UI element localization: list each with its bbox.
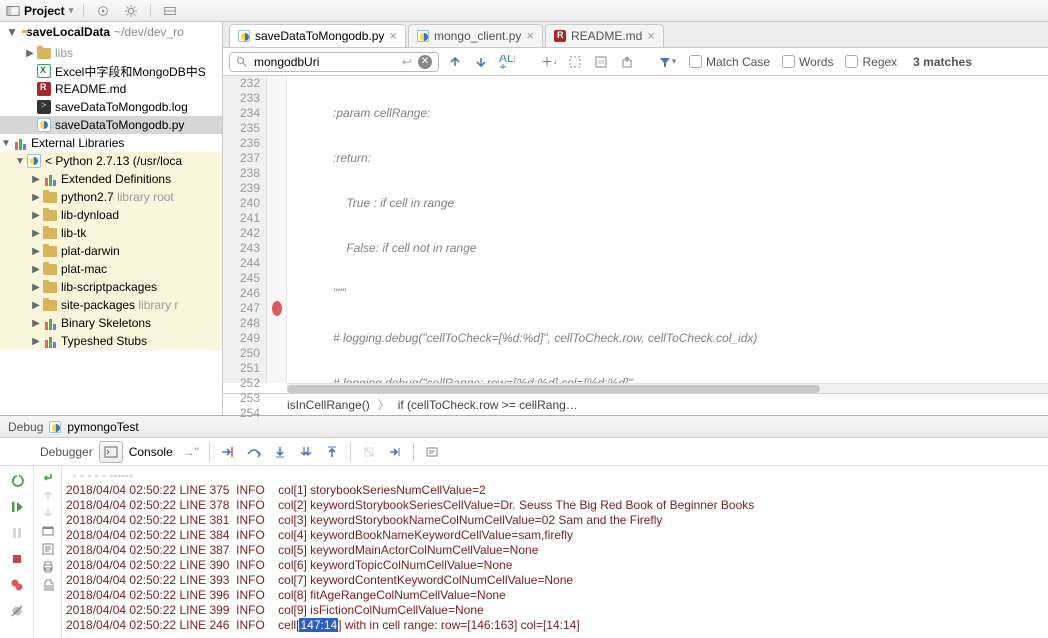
breakpoint-icon[interactable] [272, 301, 282, 316]
select-all-matches-icon[interactable]: ALL [497, 52, 517, 72]
settings-gear-icon[interactable] [122, 2, 140, 20]
attach-console-icon[interactable] [41, 524, 55, 538]
filter-icon[interactable]: ▾ [657, 52, 677, 72]
tree-item[interactable]: ▶plat-mac [0, 260, 222, 278]
project-tree-panel: ▼ saveLocalData ~/dev/dev_ro ▶libs Excel… [0, 22, 223, 415]
svg-text:ALL: ALL [499, 55, 515, 65]
rerun-icon[interactable] [6, 470, 28, 492]
run-to-cursor-icon[interactable] [383, 441, 407, 463]
horizontal-scrollbar[interactable] [287, 383, 1048, 393]
search-input[interactable]: ↩ ✕ [229, 52, 439, 72]
return-icon[interactable] [41, 470, 55, 484]
close-icon[interactable]: × [647, 28, 655, 43]
tree-item[interactable]: ▶lib-tk [0, 224, 222, 242]
drop-frame-icon[interactable] [357, 441, 381, 463]
search-icon [236, 56, 248, 68]
editor-area: saveDataToMongodb.py× mongo_client.py× R… [223, 22, 1048, 415]
tab-console-label[interactable]: Console [125, 445, 177, 459]
print-icon[interactable] [41, 560, 55, 574]
export-results-icon[interactable] [617, 52, 637, 72]
run-config-name[interactable]: pymongoTest [67, 420, 138, 434]
step-out-icon[interactable] [320, 441, 344, 463]
line-number-gutter[interactable]: 2322332342352362372382392402412422432442… [223, 76, 267, 383]
history-icon[interactable]: ↩ [402, 55, 412, 69]
step-into-icon[interactable] [268, 441, 292, 463]
tab-mongoclient[interactable]: mongo_client.py× [408, 24, 543, 47]
clear-all-icon[interactable] [41, 578, 55, 592]
next-match-icon[interactable] [471, 52, 491, 72]
tree-root[interactable]: ▼ saveLocalData ~/dev/dev_ro [0, 22, 222, 42]
tab-console[interactable] [99, 441, 123, 463]
show-exec-point-icon[interactable] [216, 441, 240, 463]
tab-readme[interactable]: README.md× [545, 24, 664, 47]
tab-savedata[interactable]: saveDataToMongodb.py× [229, 24, 406, 47]
editor-tabs: saveDataToMongodb.py× mongo_client.py× R… [223, 22, 1048, 48]
python-icon [49, 421, 61, 433]
debug-sidebar-left2 [34, 466, 62, 638]
toggle-sel-icon[interactable] [565, 52, 585, 72]
tree-external-libs[interactable]: ▼External Libraries [0, 134, 222, 152]
regex-checkbox[interactable]: Regex [845, 55, 897, 69]
up-stack-icon[interactable] [41, 488, 55, 502]
tab-debugger[interactable]: Debugger [36, 445, 97, 459]
clear-search-icon[interactable]: ✕ [418, 55, 432, 69]
tree-item[interactable]: saveDataToMongodb.log [0, 98, 222, 116]
tree-item[interactable]: ▶Binary Skeletons [0, 314, 222, 332]
force-step-into-icon[interactable] [294, 441, 318, 463]
match-count: 3 matches [913, 55, 972, 69]
collapse-all-icon[interactable] [94, 2, 112, 20]
tree-item[interactable]: README.md [0, 80, 222, 98]
tree-item[interactable]: ▶lib-dynload [0, 206, 222, 224]
gutter-marks[interactable] [267, 76, 287, 383]
stop-icon[interactable] [6, 548, 28, 570]
debug-label: Debug [8, 420, 43, 434]
code-editor[interactable]: :param cellRange: :return: True : if cel… [287, 76, 1048, 383]
resume-icon[interactable] [6, 496, 28, 518]
debug-sidebar-left [0, 466, 34, 638]
tree-item[interactable]: ▶Typeshed Stubs [0, 332, 222, 350]
pause-icon[interactable] [6, 522, 28, 544]
project-view-toggle[interactable]: Project ▾ [6, 4, 73, 18]
tree-item[interactable]: Excel中字段和MongoDB中S [0, 62, 222, 80]
step-over-icon[interactable] [242, 441, 266, 463]
tree-item[interactable]: ▶Extended Definitions [0, 170, 222, 188]
tree-python-sdk[interactable]: ▼< Python 2.7.13 (/usr/loca [0, 152, 222, 170]
words-checkbox[interactable]: Words [782, 55, 833, 69]
edit-source-icon[interactable] [41, 542, 55, 556]
close-icon[interactable]: × [526, 28, 534, 43]
prev-match-icon[interactable] [445, 52, 465, 72]
debug-panel: Debug pymongoTest Debugger Console →" [0, 415, 1048, 638]
tree-item[interactable]: ▶lib-scriptpackages [0, 278, 222, 296]
mute-breakpoints-icon[interactable] [6, 600, 28, 622]
tree-item[interactable]: ▶plat-darwin [0, 242, 222, 260]
add-selection-icon[interactable]: ＋↓ [539, 52, 559, 72]
evaluate-expr-icon[interactable] [420, 441, 444, 463]
console-output[interactable]: - - - - - ------ 2018/04/04 02:50:22 LIN… [62, 466, 1048, 638]
down-stack-icon[interactable] [41, 506, 55, 520]
tree-item[interactable]: saveDataToMongodb.py [0, 116, 222, 134]
top-toolbar: Project ▾ [0, 0, 1048, 22]
match-case-checkbox[interactable]: Match Case [689, 55, 770, 69]
breadcrumb[interactable]: isInCellRange()〉if (cellToCheck.row >= c… [223, 393, 1048, 415]
tree-item[interactable]: ▶libs [0, 44, 222, 62]
tree-item[interactable]: ▶site-packages library r [0, 296, 222, 314]
find-in-sel-icon[interactable] [591, 52, 611, 72]
hide-panel-icon[interactable] [161, 2, 179, 20]
find-bar: ↩ ✕ ALL ＋↓ ▾ Match Case Words Regex 3 ma… [223, 48, 1048, 76]
close-icon[interactable]: × [389, 28, 397, 43]
tree-item[interactable]: ▶python2.7 library root [0, 188, 222, 206]
view-breakpoints-icon[interactable] [6, 574, 28, 596]
debug-toolbar: Debugger Console →" [0, 438, 1048, 466]
